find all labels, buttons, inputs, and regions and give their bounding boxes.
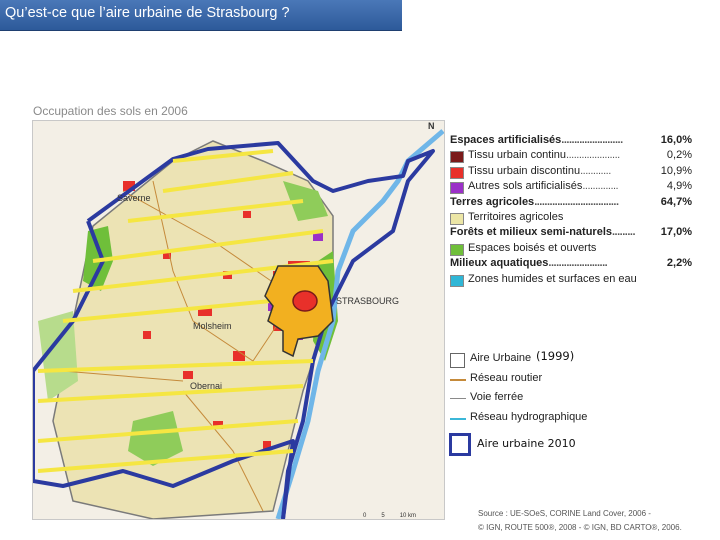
place-obernai: Obernai bbox=[190, 381, 223, 391]
legend-item-zones-humides: Zones humides et surfaces en eau bbox=[450, 273, 696, 288]
scale-bar: 0 5 10 km bbox=[363, 513, 416, 519]
scale-mid: 5 bbox=[381, 513, 385, 519]
scale-zero: 0 bbox=[363, 513, 367, 519]
legend-swatch bbox=[450, 166, 464, 179]
map-caption: Occupation des sols en 2006 bbox=[33, 104, 188, 118]
land-use-legend: Espaces artificialisés..................… bbox=[450, 134, 696, 288]
legend-item-territoires-agricoles: Territoires agricoles bbox=[450, 211, 696, 226]
legend-group-value: 17,0% bbox=[660, 226, 692, 239]
slide-title: Qu’est-ce que l’aire urbaine de Strasbou… bbox=[5, 5, 290, 21]
scale-end: 10 km bbox=[399, 513, 417, 519]
legend-item-label: Espaces boisés et ouverts bbox=[468, 241, 597, 254]
legend-item-value: 0,2% bbox=[666, 149, 692, 162]
legend-swatch bbox=[450, 274, 464, 287]
place-molsheim: Molsheim bbox=[193, 321, 232, 331]
legend-swatch bbox=[450, 151, 464, 164]
legend-item-tissu-continu: Tissu urbain continu....................… bbox=[450, 149, 696, 164]
legend-group-artificialises: Espaces artificialisés..................… bbox=[450, 134, 696, 149]
legend-group-label: Terres agricoles bbox=[450, 195, 535, 208]
legend-item-value: 10,9% bbox=[660, 164, 692, 177]
map-canvas bbox=[33, 129, 444, 519]
legend-line-label: Réseau routier bbox=[470, 371, 543, 384]
legend-item-espaces-boises: Espaces boisés et ouverts bbox=[450, 242, 696, 257]
legend-dots: ........................ bbox=[561, 134, 623, 146]
legend-voie-ferree: Voie ferrée bbox=[450, 391, 587, 411]
legend-dots: ..................... bbox=[566, 149, 620, 162]
map-source: Source : UE-SOeS, CORINE Land Cover, 200… bbox=[478, 507, 682, 535]
legend-item-label: Tissu urbain discontinu bbox=[468, 164, 581, 177]
legend-dots: ....................... bbox=[548, 257, 608, 270]
legend-group-label: Forêts et milieux semi-naturels bbox=[450, 226, 612, 239]
legend-group-value: 2,2% bbox=[666, 257, 692, 270]
land-use-map: Saverne STRASBOURG Molsheim Obernai 0 5 … bbox=[32, 120, 445, 520]
source-line-2: © IGN, ROUTE 500®, 2008 - © IGN, BD CART… bbox=[478, 523, 682, 532]
source-line-1: Source : UE-SOeS, CORINE Land Cover, 200… bbox=[478, 509, 651, 518]
legend-group-forets: Forêts et milieux semi-naturels.........… bbox=[450, 226, 696, 241]
legend-dots: .............. bbox=[582, 180, 619, 193]
legend-line-label: Réseau hydrographique bbox=[470, 410, 588, 423]
legend-item-value: 4,9% bbox=[666, 180, 692, 193]
aire-2010-swatch bbox=[449, 433, 471, 456]
legend-group-label: Milieux aquatiques bbox=[450, 257, 549, 270]
legend-line-label: Aire Urbaine bbox=[470, 352, 532, 364]
north-arrow: N bbox=[428, 121, 435, 131]
legend-item-autres-sols: Autres sols artificialisés..............… bbox=[450, 180, 696, 195]
legend-item-label: Territoires agricoles bbox=[468, 210, 564, 223]
legend-group-value: 16,0% bbox=[660, 134, 692, 146]
legend-group-aquatiques: Milieux aquatiques......................… bbox=[450, 257, 696, 272]
legend-aire-box bbox=[450, 353, 465, 368]
place-saverne: Saverne bbox=[117, 193, 151, 203]
legend-group-agricoles: Terres agricoles........................… bbox=[450, 196, 696, 211]
legend-reseau-routier: Réseau routier bbox=[450, 372, 587, 392]
legend-dots: ......... bbox=[612, 226, 636, 239]
legend-reseau-hydro: Réseau hydrographique bbox=[450, 411, 587, 431]
aire-2010-label: Aire urbaine 2010 bbox=[477, 437, 576, 450]
legend-line-symbol bbox=[450, 398, 466, 399]
legend-swatch bbox=[450, 182, 464, 195]
legend-item-label: Autres sols artificialisés bbox=[468, 180, 583, 193]
legend-group-label: Espaces artificialisés bbox=[450, 134, 562, 146]
legend-line-label: Voie ferrée bbox=[470, 391, 524, 403]
network-legend: Aire Urbaine Réseau routier Voie ferrée … bbox=[450, 352, 587, 430]
legend-line-symbol bbox=[450, 378, 466, 381]
legend-group-value: 64,7% bbox=[660, 195, 692, 208]
legend-item-tissu-discontinu: Tissu urbain discontinu............ 10,9… bbox=[450, 165, 696, 180]
place-strasbourg: STRASBOURG bbox=[336, 296, 400, 306]
year-note: (1999) bbox=[536, 349, 575, 363]
legend-line-symbol bbox=[450, 417, 466, 420]
legend-swatch bbox=[450, 243, 464, 256]
slide-title-bar: Qu’est-ce que l’aire urbaine de Strasbou… bbox=[0, 0, 402, 31]
legend-swatch bbox=[450, 212, 464, 225]
legend-item-label: Tissu urbain continu bbox=[468, 149, 567, 162]
legend-item-label: Zones humides et surfaces en eau bbox=[468, 272, 637, 285]
legend-dots: ............ bbox=[580, 164, 611, 177]
legend-dots: ................................. bbox=[534, 195, 619, 208]
strasbourg-center-dot bbox=[292, 290, 318, 312]
